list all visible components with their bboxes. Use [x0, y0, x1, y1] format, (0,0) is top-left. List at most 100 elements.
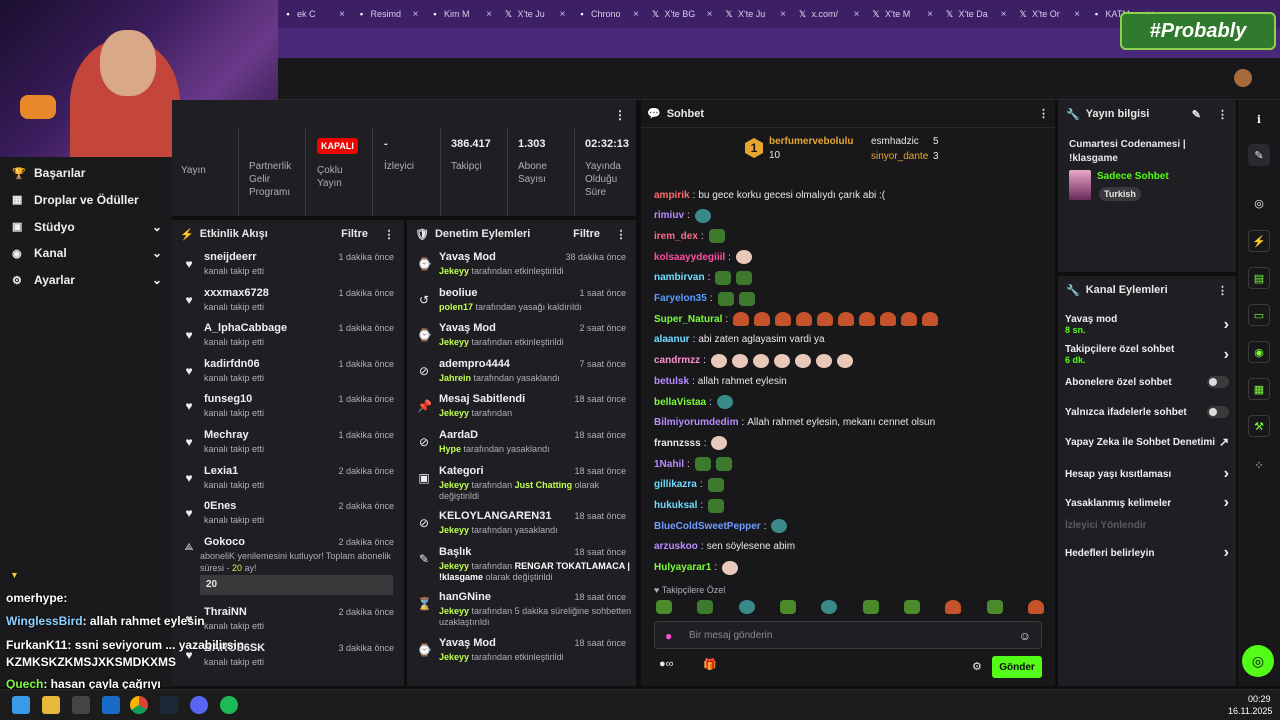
- moderator-name[interactable]: Jekeyy: [439, 480, 469, 490]
- moderator-name[interactable]: Jekeyy: [439, 408, 469, 418]
- channel-action-item[interactable]: Hedefleri belirleyin ›: [1065, 544, 1229, 562]
- activity-username[interactable]: sneijdeerr: [204, 251, 257, 263]
- chat-username[interactable]: rimiuv: [654, 210, 684, 221]
- help-button[interactable]: ◎: [1242, 645, 1274, 677]
- chat-username[interactable]: 1Nahil: [654, 459, 684, 470]
- browser-tab[interactable]: 𝕏x.com/ ×: [793, 3, 865, 25]
- activity-username[interactable]: funseg10: [204, 393, 252, 405]
- moderation-target[interactable]: Yavaş Mod: [439, 322, 496, 334]
- moderation-target[interactable]: beoliue: [439, 287, 478, 299]
- wrench-icon[interactable]: ⚒: [1248, 415, 1270, 437]
- channel-action-item[interactable]: Takipçilere özel sohbet 6 dk. ›: [1065, 344, 1229, 365]
- browser-tab[interactable]: 𝕏 X'te Da ×: [940, 3, 1012, 25]
- chat-bubble-icon[interactable]: ▭: [1248, 304, 1270, 326]
- windows-start-icon[interactable]: [12, 696, 30, 714]
- gift-icon[interactable]: 🎁: [703, 658, 717, 671]
- category-name[interactable]: Sadece Sohbet: [1097, 171, 1169, 182]
- more-icon[interactable]: ⋮: [614, 108, 626, 122]
- moderator-name[interactable]: Jekeyy: [439, 606, 469, 616]
- channel-action-item[interactable]: Yavaş mod 8 sn. ›: [1065, 314, 1229, 335]
- external-link-icon[interactable]: ↗: [1219, 435, 1229, 449]
- chat-username[interactable]: frannzsss: [654, 438, 701, 449]
- chevron-right-icon[interactable]: ›: [1224, 346, 1229, 364]
- chat-username[interactable]: bellaVistaa: [654, 397, 706, 408]
- browser-tab[interactable]: 𝕏 X'te Ju ×: [719, 3, 791, 25]
- moderation-target[interactable]: hanGNine: [439, 591, 491, 603]
- activity-username[interactable]: Gokoco: [204, 536, 245, 548]
- points-icon[interactable]: ●∞: [659, 658, 674, 670]
- browser-tab[interactable]: ▪ Resimd ×: [352, 3, 424, 25]
- chat-username[interactable]: alaanur: [654, 334, 690, 345]
- chevron-right-icon[interactable]: ›: [1224, 544, 1229, 562]
- toggle-switch[interactable]: [1207, 406, 1229, 418]
- moderation-target[interactable]: Mesaj Sabitlendi: [439, 393, 525, 405]
- steam-icon[interactable]: [160, 696, 178, 714]
- activity-username[interactable]: kadirfdn06: [204, 358, 260, 370]
- browser-tab[interactable]: ▪ ek C ×: [278, 3, 350, 25]
- sidebar-item[interactable]: ▣ Stüdyo ⌄: [12, 215, 162, 239]
- more-icon[interactable]: ⋮: [1217, 108, 1228, 121]
- moderator-name[interactable]: Jekeyy: [439, 337, 469, 347]
- activity-username[interactable]: Lexia1: [204, 465, 238, 477]
- chat-username[interactable]: ampirik: [654, 190, 690, 201]
- more-icon[interactable]: ⋮: [1217, 284, 1228, 297]
- moderator-name[interactable]: Hype: [439, 444, 461, 454]
- chevron-down-icon[interactable]: ⌄: [152, 246, 162, 260]
- chevron-down-icon[interactable]: ⌄: [152, 273, 162, 287]
- moderator-name[interactable]: Jekeyy: [439, 525, 469, 535]
- chevron-right-icon[interactable]: ›: [1224, 465, 1229, 483]
- chat-username[interactable]: betulsk: [654, 376, 689, 387]
- close-icon[interactable]: ×: [339, 9, 345, 20]
- chat-username[interactable]: Super_Natural: [654, 314, 722, 325]
- moderation-target[interactable]: KELOYLANGAREN31: [439, 510, 551, 522]
- browser-tab[interactable]: 𝕏 X'te Or ×: [1013, 3, 1085, 25]
- chat-username[interactable]: irem_dex: [654, 231, 698, 242]
- sidebar-item[interactable]: ◉ Kanal ⌄: [12, 241, 162, 265]
- activity-username[interactable]: xxxmax6728: [204, 287, 269, 299]
- close-icon[interactable]: ×: [486, 9, 492, 20]
- channel-action-item[interactable]: Yapay Zeka ile Sohbet Denetimi ↗: [1065, 435, 1229, 449]
- close-icon[interactable]: ×: [854, 9, 860, 20]
- moderator-name[interactable]: Jekeyy: [439, 652, 469, 662]
- gear-icon[interactable]: ⚙: [972, 660, 982, 673]
- close-icon[interactable]: ×: [1001, 9, 1007, 20]
- sidebar-item[interactable]: ⚙ Ayarlar ⌄: [12, 268, 162, 292]
- chat-input[interactable]: ● Bir mesaj gönderin ☺: [654, 621, 1042, 649]
- spotify-icon[interactable]: [220, 696, 238, 714]
- close-icon[interactable]: ×: [707, 9, 713, 20]
- chat-username[interactable]: BlueColdSweetPepper: [654, 521, 761, 532]
- edit-icon[interactable]: ✎: [1192, 108, 1201, 121]
- chat-username[interactable]: arzuskoo: [654, 541, 698, 552]
- sidebar-item[interactable]: 🏆 Başarılar: [12, 161, 162, 185]
- pencil-icon[interactable]: ✎: [1248, 144, 1270, 166]
- browser-tab[interactable]: 𝕏 X'te BG ×: [646, 3, 718, 25]
- moderator-name[interactable]: polen17: [439, 302, 473, 312]
- chevron-down-icon[interactable]: ⌄: [152, 220, 162, 234]
- browser-tab[interactable]: ▪ Chrono ×: [572, 3, 644, 25]
- chat-username[interactable]: nambirvan: [654, 272, 705, 283]
- moderation-target[interactable]: AardaD: [439, 429, 478, 441]
- sidebar-item[interactable]: ▦ Droplar ve Ödüller: [12, 188, 162, 212]
- info-icon[interactable]: ℹ: [1248, 108, 1270, 130]
- emoji-icon[interactable]: ☺: [1019, 629, 1031, 643]
- moderation-filter-button[interactable]: Filtre: [573, 228, 600, 240]
- close-icon[interactable]: ×: [560, 9, 566, 20]
- toggle-switch[interactable]: [1207, 376, 1229, 388]
- chrome-icon[interactable]: [130, 696, 148, 714]
- dots-icon[interactable]: ⁘: [1248, 454, 1270, 476]
- chat-username[interactable]: Hulyayarar1: [654, 562, 711, 573]
- chevron-right-icon[interactable]: ›: [1224, 494, 1229, 512]
- broadcast-icon[interactable]: ◉: [1248, 341, 1270, 363]
- close-icon[interactable]: ×: [413, 9, 419, 20]
- chat-username[interactable]: kolsaayydegiiil: [654, 252, 725, 263]
- close-icon[interactable]: ×: [780, 9, 786, 20]
- outlook-icon[interactable]: [102, 696, 120, 714]
- moderator-name[interactable]: Jekeyy: [439, 561, 469, 571]
- document-icon[interactable]: ▤: [1248, 267, 1270, 289]
- mic-icon[interactable]: ●: [665, 629, 672, 643]
- chat-username[interactable]: Faryelon35: [654, 293, 707, 304]
- channel-action-item[interactable]: Hesap yaşı kısıtlaması ›: [1065, 465, 1229, 483]
- more-icon[interactable]: ⋮: [1038, 107, 1049, 120]
- chat-username[interactable]: candrmzz: [654, 355, 700, 366]
- moderation-target[interactable]: Yavaş Mod: [439, 251, 496, 263]
